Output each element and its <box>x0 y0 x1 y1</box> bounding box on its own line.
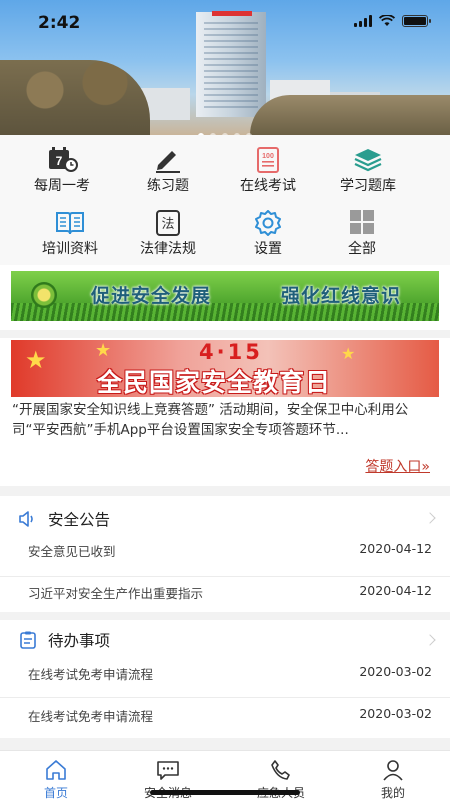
feature-date: 4·15 <box>199 340 263 364</box>
menu-item-question-bank[interactable]: 学习题库 <box>312 140 424 200</box>
menu-item-label: 每周一考 <box>34 178 90 194</box>
law-icon: 法 <box>156 210 180 236</box>
message-icon <box>157 761 179 780</box>
menu-item-laws[interactable]: 法 法律法规 <box>112 203 224 263</box>
list-item[interactable]: 在线考试免考申请流程 2020-03-02 <box>28 664 432 683</box>
phone-icon <box>271 760 290 780</box>
status-bar: 2:42 <box>0 0 450 44</box>
feature-description: “开展国家安全知识线上竞赛答题” 活动期间，安全保卫中心利用公司“平安西航”手机… <box>12 402 409 438</box>
tab-label: 我的 <box>380 786 405 800</box>
list-item-date: 2020-03-02 <box>359 664 432 679</box>
tab-label: 首页 <box>43 786 68 800</box>
list-item-date: 2020-04-12 <box>359 541 432 556</box>
home-icon <box>46 760 66 780</box>
star-icon: ★ <box>95 340 112 361</box>
feature-banner[interactable]: ★ ★ ★ 4·15 全民国家安全教育日 <box>11 340 439 397</box>
gear-icon <box>255 210 281 236</box>
slogan-right: 强化红线意识 <box>281 285 402 307</box>
person-icon <box>383 760 403 781</box>
cellular-signal-icon <box>354 15 372 27</box>
menu-item-online-exam[interactable]: 100 在线考试 <box>212 140 324 200</box>
list-item-text: 在线考试免考申请流程 <box>28 709 154 724</box>
list-item-text: 安全意见已收到 <box>28 544 116 559</box>
svg-text:7: 7 <box>56 154 63 168</box>
layers-icon <box>354 149 382 172</box>
chevron-right-icon[interactable] <box>424 634 436 646</box>
grid-icon <box>350 210 374 234</box>
safety-emblem-icon <box>31 282 57 308</box>
slogan-banner[interactable]: 促进安全发展 强化红线意识 <box>11 271 439 321</box>
tab-home[interactable]: 首页 <box>0 751 112 800</box>
menu-item-practice[interactable]: 练习题 <box>112 140 224 200</box>
menu-item-label: 练习题 <box>147 178 189 194</box>
star-icon: ★ <box>25 346 47 374</box>
menu-item-training-materials[interactable]: 培训资料 <box>14 203 126 263</box>
list-item[interactable]: 安全意见已收到 2020-04-12 <box>28 541 432 560</box>
announcements-title: 安全公告 <box>48 511 111 529</box>
quiz-entry-link[interactable]: 答题入口» <box>365 456 430 476</box>
list-item[interactable]: 习近平对安全生产作出重要指示 2020-04-12 <box>28 583 432 602</box>
status-time: 2:42 <box>38 13 81 33</box>
chevron-right-icon[interactable] <box>424 512 436 524</box>
menu-item-weekly-exam[interactable]: 7 每周一考 <box>6 140 118 200</box>
todos-header[interactable]: 待办事项 <box>18 629 110 651</box>
list-item-date: 2020-03-02 <box>359 706 432 721</box>
list-item-text: 习近平对安全生产作出重要指示 <box>28 586 204 601</box>
speaker-icon <box>19 511 33 527</box>
clipboard-icon <box>20 631 36 649</box>
menu-item-label: 培训资料 <box>42 241 98 257</box>
slogan-left: 促进安全发展 <box>91 285 212 307</box>
star-icon: ★ <box>341 344 356 363</box>
menu-item-label: 在线考试 <box>240 178 296 194</box>
svg-text:法: 法 <box>161 217 174 232</box>
feature-title: 全民国家安全教育日 <box>97 368 332 397</box>
menu-item-all[interactable]: 全部 <box>306 203 418 263</box>
pencil-icon <box>156 151 180 173</box>
menu-item-label: 法律法规 <box>140 241 196 257</box>
list-item[interactable]: 在线考试免考申请流程 2020-03-02 <box>28 706 432 725</box>
calendar-7-icon: 7 <box>49 147 78 172</box>
carousel-indicator[interactable] <box>0 124 450 135</box>
menu-item-label: 学习题库 <box>340 178 396 194</box>
exam-paper-icon: 100 <box>257 147 279 173</box>
app-screen: 2:42 7 每周一考 练习题 100 在线考试 学习题库 培训资料 法 法律法… <box>0 0 450 800</box>
function-grid: 7 每周一考 练习题 100 在线考试 学习题库 培训资料 法 法律法规 设置 … <box>0 135 450 265</box>
tab-profile[interactable]: 我的 <box>337 751 449 800</box>
home-indicator[interactable] <box>150 790 300 795</box>
book-icon <box>56 212 84 235</box>
wifi-icon <box>379 15 395 26</box>
svg-text:100: 100 <box>262 153 274 160</box>
battery-icon <box>402 15 431 27</box>
menu-item-label: 全部 <box>348 241 376 257</box>
list-item-date: 2020-04-12 <box>359 583 432 598</box>
todos-title: 待办事项 <box>48 632 111 650</box>
announcements-header[interactable]: 安全公告 <box>18 508 110 530</box>
list-item-text: 在线考试免考申请流程 <box>28 667 154 682</box>
